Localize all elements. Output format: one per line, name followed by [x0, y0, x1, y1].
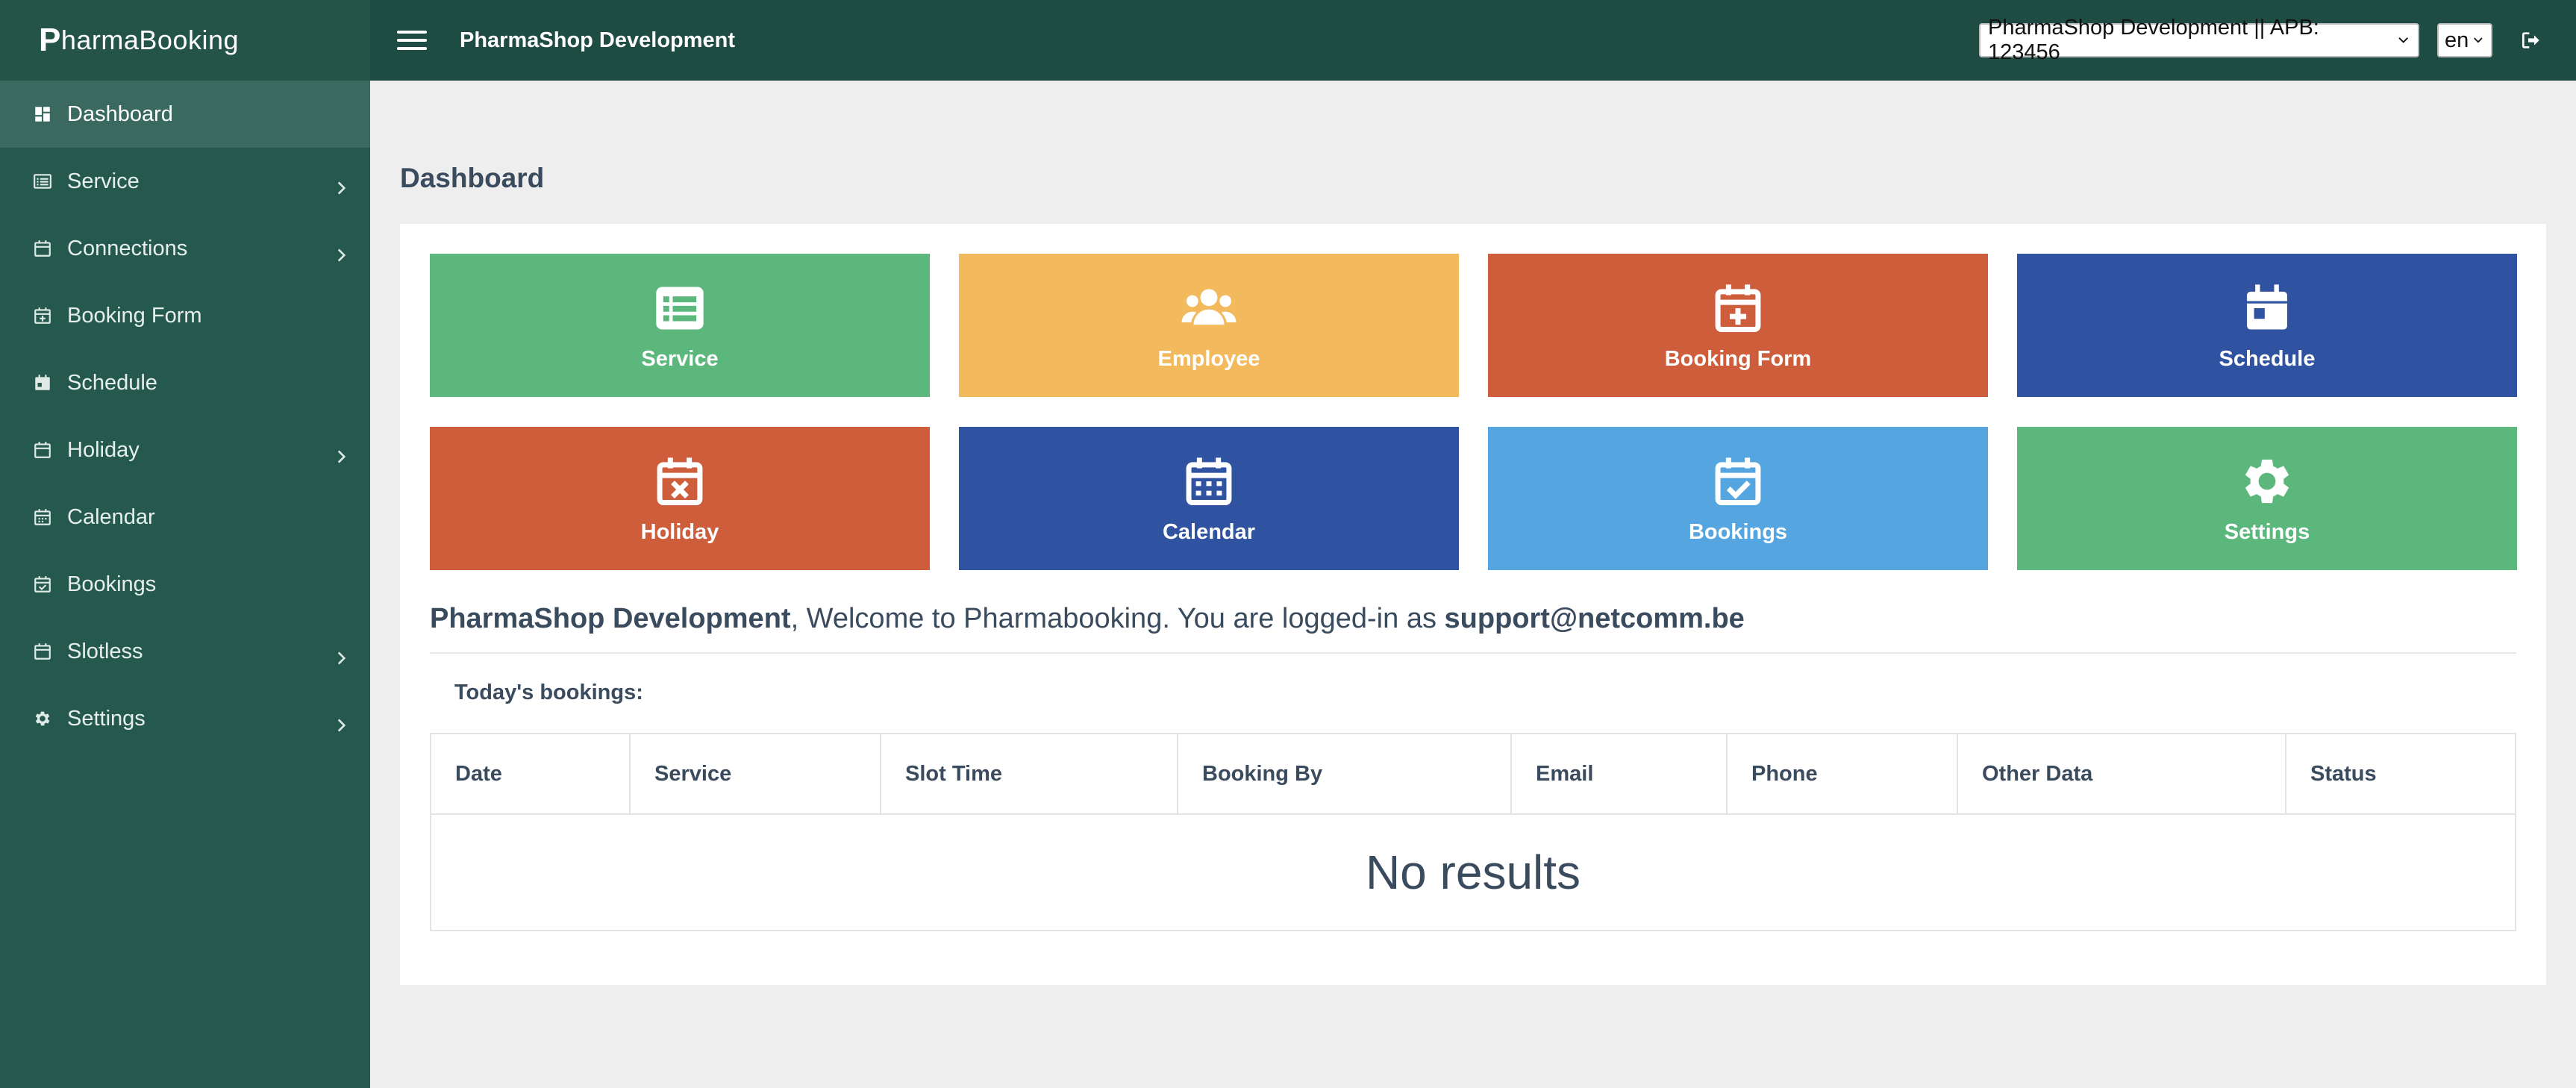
- tile-calendar[interactable]: Calendar: [959, 427, 1459, 570]
- sidebar-item-holiday[interactable]: Holiday: [0, 416, 370, 484]
- welcome-text: , Welcome to Pharmabooking. You are logg…: [790, 603, 1445, 634]
- sidebar-item-slotless[interactable]: Slotless: [0, 618, 370, 685]
- tile-service[interactable]: Service: [430, 254, 930, 397]
- chevron-right-icon: [331, 648, 351, 668]
- topbar-controls: PharmaShop Development || APB: 123456 en: [1979, 16, 2543, 64]
- sidebar-item-label: Connections: [67, 236, 188, 260]
- top-navbar: PharmaShop Development PharmaShop Develo…: [370, 0, 2576, 81]
- column-header-status[interactable]: Status: [2286, 734, 2515, 813]
- sidebar-item-label: Calendar: [67, 504, 155, 529]
- chevron-right-icon: [331, 178, 351, 198]
- calendar-icon: [33, 440, 52, 460]
- gear-icon: [2239, 453, 2295, 510]
- sidebar-nav: Dashboard Service Connections Booking Fo…: [0, 81, 370, 752]
- language-select[interactable]: en: [2437, 23, 2492, 57]
- sidebar-item-label: Booking Form: [67, 303, 202, 328]
- tile-holiday[interactable]: Holiday: [430, 427, 930, 570]
- tile-label: Bookings: [1688, 519, 1788, 544]
- tile-label: Schedule: [2219, 346, 2316, 371]
- todays-bookings-label: Today's bookings:: [454, 681, 643, 704]
- tile-settings[interactable]: Settings: [2017, 427, 2517, 570]
- table-header: Date Service Slot Time Booking By Email …: [431, 734, 2515, 815]
- calendar-day-icon: [2239, 280, 2295, 337]
- tile-schedule[interactable]: Schedule: [2017, 254, 2517, 397]
- welcome-shop-name: PharmaShop Development: [430, 603, 791, 634]
- sidebar-item-dashboard[interactable]: Dashboard: [0, 81, 370, 148]
- calendar-day-icon: [33, 373, 52, 393]
- empty-table-message: No results: [1365, 845, 1581, 899]
- sidebar-item-label: Holiday: [67, 437, 140, 462]
- sidebar-item-label: Slotless: [67, 639, 143, 663]
- calendar-plus-icon: [33, 306, 52, 325]
- calendar-check-icon: [1710, 453, 1766, 510]
- tile-booking-form[interactable]: Booking Form: [1488, 254, 1988, 397]
- gear-icon: [33, 709, 52, 728]
- app-title: PharmaShop Development: [460, 28, 736, 52]
- page-title: Dashboard: [400, 163, 545, 193]
- chevron-right-icon: [331, 447, 351, 466]
- sidebar-item-connections[interactable]: Connections: [0, 215, 370, 282]
- column-header-slot-time[interactable]: Slot Time: [881, 734, 1178, 813]
- calendar-icon: [33, 642, 52, 661]
- tile-label: Employee: [1157, 346, 1260, 371]
- dashboard-icon: [33, 104, 52, 124]
- sidebar-item-booking-form[interactable]: Booking Form: [0, 282, 370, 349]
- list-icon: [33, 172, 52, 191]
- users-icon: [1181, 280, 1237, 337]
- tile-label: Settings: [2224, 519, 2310, 544]
- sidebar-item-label: Dashboard: [67, 101, 173, 126]
- column-header-date[interactable]: Date: [431, 734, 631, 813]
- tile-label: Service: [641, 346, 719, 371]
- logout-icon[interactable]: [2519, 28, 2543, 52]
- calendar-x-icon: [651, 453, 708, 510]
- chevron-down-icon: [2474, 37, 2483, 43]
- welcome-user-email: support@netcomm.be: [1444, 603, 1745, 634]
- column-header-other-data[interactable]: Other Data: [1958, 734, 2286, 813]
- sidebar-item-label: Schedule: [67, 370, 157, 395]
- column-header-booking-by[interactable]: Booking By: [1178, 734, 1512, 813]
- tile-employee[interactable]: Employee: [959, 254, 1459, 397]
- column-header-email[interactable]: Email: [1512, 734, 1728, 813]
- calendar-icon: [33, 239, 52, 258]
- calendar-grid-icon: [33, 507, 52, 527]
- bookings-table: Date Service Slot Time Booking By Email …: [430, 733, 2516, 931]
- sidebar-item-label: Settings: [67, 706, 146, 731]
- chevron-right-icon: [331, 246, 351, 265]
- sidebar-item-schedule[interactable]: Schedule: [0, 349, 370, 416]
- hamburger-menu-icon[interactable]: [396, 27, 428, 54]
- welcome-message: PharmaShop Development, Welcome to Pharm…: [430, 603, 1745, 635]
- sidebar-item-bookings[interactable]: Bookings: [0, 551, 370, 618]
- calendar-check-icon: [33, 575, 52, 594]
- sidebar-item-label: Bookings: [67, 572, 157, 596]
- sidebar: PharmaBooking Dashboard Service Connecti…: [0, 0, 370, 1088]
- sidebar-item-label: Service: [67, 169, 140, 193]
- list-icon: [651, 280, 708, 337]
- chevron-down-icon: [2398, 37, 2408, 43]
- calendar-plus-icon: [1710, 280, 1766, 337]
- column-header-phone[interactable]: Phone: [1728, 734, 1958, 813]
- tile-label: Holiday: [640, 519, 719, 544]
- tile-label: Booking Form: [1664, 346, 1812, 371]
- shop-select-value: PharmaShop Development || APB: 123456: [1988, 16, 2319, 64]
- divider: [430, 652, 2516, 654]
- sidebar-item-settings[interactable]: Settings: [0, 685, 370, 752]
- brand-logo[interactable]: PharmaBooking: [0, 0, 370, 81]
- calendar-grid-icon: [1181, 453, 1237, 510]
- sidebar-item-calendar[interactable]: Calendar: [0, 484, 370, 551]
- brand-name: harmaBooking: [60, 25, 239, 55]
- language-select-value: en: [2445, 28, 2469, 52]
- sidebar-item-service[interactable]: Service: [0, 148, 370, 215]
- brand-first-letter: P: [39, 22, 61, 58]
- tile-bookings[interactable]: Bookings: [1488, 427, 1988, 570]
- chevron-right-icon: [331, 716, 351, 735]
- tile-label: Calendar: [1162, 519, 1256, 544]
- column-header-service[interactable]: Service: [631, 734, 881, 813]
- shop-select[interactable]: PharmaShop Development || APB: 123456: [1979, 16, 2419, 64]
